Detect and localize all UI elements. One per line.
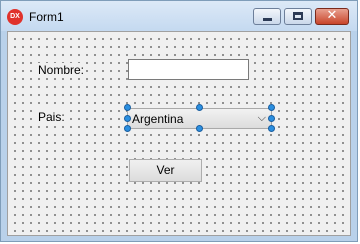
minimize-icon [263,18,272,21]
pais-label: Pais: [38,110,65,124]
resize-handle-top-left[interactable] [124,104,131,111]
maximize-icon [293,12,303,20]
maximize-button[interactable] [284,8,312,25]
resize-handle-bottom[interactable] [196,125,203,132]
form-designer-surface[interactable]: Nombre: Pais: Argentina ⌵ Ver [7,31,351,236]
close-button[interactable]: ✕ [315,8,349,25]
minimize-button[interactable] [253,8,281,25]
close-icon: ✕ [326,8,338,23]
pais-selected-value: Argentina [132,112,184,126]
nombre-label: Nombre: [38,63,85,77]
resize-handle-bottom-right[interactable] [268,125,275,132]
chevron-down-icon[interactable]: ⌵ [258,111,266,125]
app-icon: DX [7,9,23,25]
nombre-input[interactable] [128,59,249,80]
resize-handle-top-right[interactable] [268,104,275,111]
form1-window: DX Form1 ✕ Nombre: Pais: Argentina ⌵ Ver [0,0,358,242]
resize-handle-top[interactable] [196,104,203,111]
window-title: Form1 [29,10,64,24]
resize-handle-right[interactable] [268,115,275,122]
title-bar[interactable]: DX Form1 ✕ [1,1,357,31]
resize-handle-left[interactable] [124,115,131,122]
resize-handle-bottom-left[interactable] [124,125,131,132]
ver-button[interactable]: Ver [129,159,202,182]
